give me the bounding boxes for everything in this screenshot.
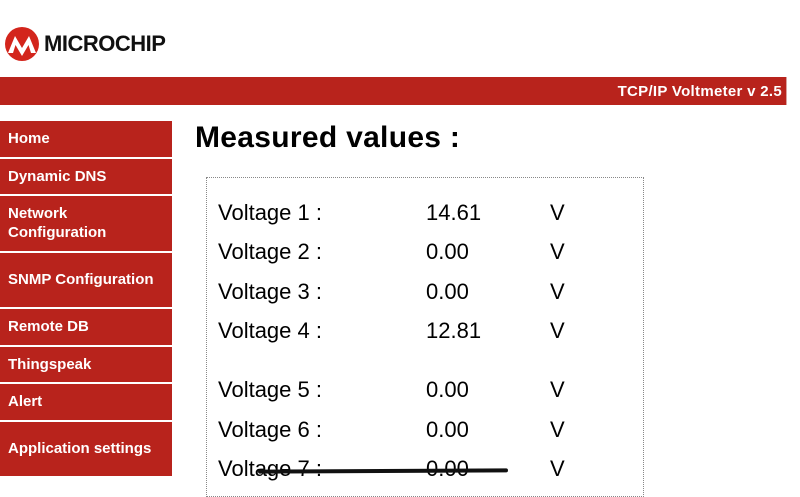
sidebar-item-label: Thingspeak (8, 355, 92, 373)
measurements-panel: Voltage 1 : 14.61 V Voltage 2 : 0.00 V V… (206, 177, 644, 497)
voltage-value: 0.00 (426, 417, 469, 442)
sidebar-item-thingspeak[interactable]: Thingspeak (0, 346, 172, 384)
voltage-value: 14.61 (426, 200, 482, 225)
header-bar: TCP/IP Voltmeter v 2.5 (0, 77, 787, 105)
sidebar-item-label: Application settings (8, 440, 152, 458)
sidebar-item-label: Network Configuration (8, 205, 107, 242)
voltage-unit: V (550, 200, 565, 225)
voltage-unit: V (550, 279, 565, 304)
sidebar-item-remote-db[interactable]: Remote DB (0, 309, 172, 347)
voltage-label: Voltage 3 : (218, 279, 322, 304)
sidebar-item-label: Alert (8, 393, 43, 411)
sidebar-item-label: Home (8, 130, 50, 148)
sidebar-item-application-settings[interactable]: Application settings (0, 421, 172, 478)
sidebar-item-label: Remote DB (8, 318, 89, 336)
voltage-value: 0.00 (426, 239, 469, 264)
voltage-label: Voltage 6 : (218, 417, 322, 442)
voltage-unit: V (550, 377, 565, 402)
page-title: Measured values : (195, 121, 461, 154)
voltage-unit: V (550, 318, 565, 343)
sidebar-item-network-configuration[interactable]: Network Configuration (0, 196, 172, 253)
voltage-unit: V (550, 417, 565, 442)
voltage-value: 0.00 (426, 279, 469, 304)
voltage-unit: V (550, 456, 565, 481)
sidebar-item-label: Dynamic DNS (8, 167, 107, 185)
app-title: TCP/IP Voltmeter v 2.5 (617, 83, 782, 100)
sidebar-item-snmp-configuration[interactable]: SNMP Configuration (0, 252, 172, 309)
microchip-logo-icon (5, 27, 39, 61)
logo-wordmark: MICROCHIP (44, 31, 166, 56)
microchip-logo[interactable]: MICROCHIP (4, 24, 166, 64)
voltage-value: 12.81 (426, 318, 482, 343)
voltage-unit: V (550, 239, 565, 264)
voltage-label: Voltage 1 : (218, 200, 322, 225)
sidebar-item-dynamic-dns[interactable]: Dynamic DNS (0, 158, 172, 196)
sidebar-item-home[interactable]: Home (0, 121, 172, 159)
sidebar-item-label: SNMP Configuration (8, 271, 154, 289)
voltage-label: Voltage 4 : (218, 318, 322, 343)
sidebar-nav: Home Dynamic DNS Network Configuration S… (0, 121, 172, 478)
sidebar-item-alert[interactable]: Alert (0, 384, 172, 422)
voltage-label: Voltage 2 : (218, 239, 322, 264)
voltage-label: Voltage 5 : (218, 377, 322, 402)
voltage-value: 0.00 (426, 377, 469, 402)
